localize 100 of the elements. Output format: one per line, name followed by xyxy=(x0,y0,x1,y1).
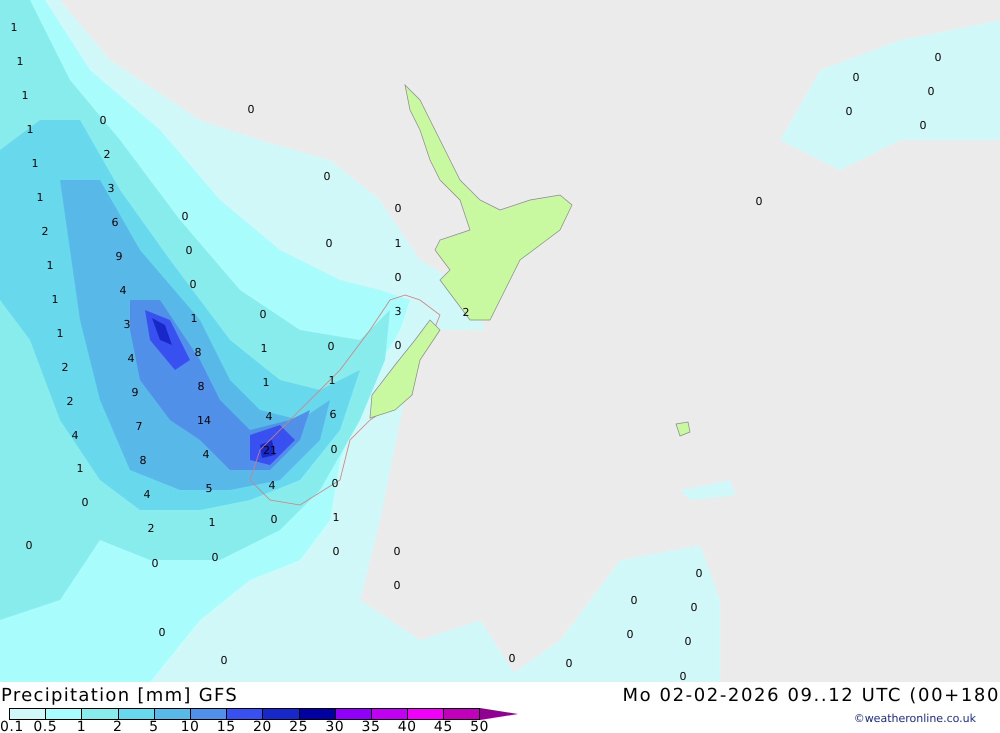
precip-value: 0 xyxy=(566,657,572,670)
precip-value: 4 xyxy=(266,410,272,423)
precip-value: 0 xyxy=(394,339,402,352)
precip-value: 2 xyxy=(42,225,48,238)
scale-label: 30 xyxy=(324,720,346,733)
scale-label: 0.1 xyxy=(0,720,25,733)
precip-value: 0 xyxy=(626,628,634,641)
precip-value: 0 xyxy=(690,601,698,614)
precip-value: 1 xyxy=(190,312,198,325)
precip-value: 7 xyxy=(136,420,142,433)
scale-label: 15 xyxy=(216,720,237,733)
scale-label: 40 xyxy=(396,720,418,733)
precip-value: 3 xyxy=(394,305,402,318)
precip-value: 9 xyxy=(132,386,138,399)
precip-value: 9 xyxy=(116,250,122,263)
precip-value: 2 xyxy=(66,395,74,408)
precip-value: 6 xyxy=(330,408,336,421)
precip-value: 0 xyxy=(508,652,516,665)
scale-label: 35 xyxy=(360,720,382,733)
scale-label: 10 xyxy=(180,720,200,733)
precip-value: 0 xyxy=(152,557,158,570)
precip-value: 21 xyxy=(263,444,277,457)
precip-value: 0 xyxy=(260,308,266,321)
precip-value: 8 xyxy=(194,346,202,359)
precip-value: 1 xyxy=(332,511,340,524)
scale-label: 45 xyxy=(432,720,454,733)
precip-value: 1 xyxy=(52,293,58,306)
island-shape xyxy=(676,422,690,436)
precip-value: 0 xyxy=(328,340,334,353)
precip-value: 2 xyxy=(62,361,68,374)
precip-value: 1 xyxy=(56,327,64,340)
precip-value: 0 xyxy=(920,119,926,132)
precip-value: 1 xyxy=(328,374,336,387)
precip-value: 1 xyxy=(32,157,38,170)
precip-value: 0 xyxy=(846,105,852,118)
precip-value: 8 xyxy=(140,454,146,467)
precip-value: 0 xyxy=(684,635,692,648)
scale-label: 25 xyxy=(288,720,309,733)
precip-value: 8 xyxy=(198,380,204,393)
precip-value: 0 xyxy=(394,545,400,558)
precip-value: 1 xyxy=(22,89,28,102)
precip-value: 0 xyxy=(394,579,400,592)
precip-value: 3 xyxy=(108,182,114,195)
precip-value: 0 xyxy=(158,626,166,639)
precip-value: 2 xyxy=(104,148,110,161)
precip-value: 0 xyxy=(186,244,192,257)
credit-text: ©weatheronline.co.uk xyxy=(854,711,977,725)
precip-value: 1 xyxy=(26,123,34,136)
precip-value: 1 xyxy=(260,342,268,355)
precip-value: 1 xyxy=(208,516,216,529)
precip-value: 1 xyxy=(36,191,44,204)
precip-value: 0 xyxy=(220,654,228,667)
precip-value: 0 xyxy=(330,443,338,456)
precip-value: 1 xyxy=(16,55,24,68)
scale-label: 20 xyxy=(252,720,273,733)
precip-value: 0 xyxy=(680,670,686,682)
precip-value: 4 xyxy=(268,479,276,492)
precip-value: 0 xyxy=(326,237,332,250)
precip-value: 0 xyxy=(630,594,638,607)
precip-value: 1 xyxy=(10,21,18,34)
precip-value: 4 xyxy=(144,488,150,501)
precip-value: 0 xyxy=(394,271,402,284)
precip-value: 0 xyxy=(26,539,32,552)
map-title: Precipitation [mm] GFS xyxy=(0,684,238,706)
precip-value: 0 xyxy=(100,114,106,127)
precip-value: 0 xyxy=(270,513,278,526)
precip-value: 1 xyxy=(76,462,84,475)
precip-value: 0 xyxy=(934,51,942,64)
precip-value: 0 xyxy=(332,545,340,558)
precip-value: 0 xyxy=(190,278,196,291)
precip-value: 0 xyxy=(324,170,330,183)
precip-value: 0 xyxy=(82,496,88,509)
precip-value: 0 xyxy=(248,103,254,116)
precip-value: 0 xyxy=(756,195,762,208)
precip-value: 0 xyxy=(852,71,860,84)
precip-value: 0 xyxy=(182,210,188,223)
precip-value: 4 xyxy=(72,429,78,442)
precip-value: 0 xyxy=(394,202,402,215)
precip-value: 5 xyxy=(206,482,212,495)
precip-value: 2 xyxy=(462,306,470,319)
scale-label: 2 xyxy=(112,720,124,733)
timestamp: Mo 02-02-2026 09..12 UTC (00+180 xyxy=(622,684,1000,706)
precip-value: 0 xyxy=(696,567,702,580)
precip-value: 0 xyxy=(332,477,338,490)
precip-value: 14 xyxy=(197,414,211,427)
precip-value: 1 xyxy=(46,259,54,272)
scale-label: 0.5 xyxy=(32,720,58,733)
precip-value: 4 xyxy=(202,448,210,461)
overflow-arrow-icon xyxy=(480,708,518,720)
scale-label: 5 xyxy=(148,720,160,733)
precip-value: 4 xyxy=(128,352,134,365)
scale-label: 50 xyxy=(469,720,490,733)
precip-value: 4 xyxy=(120,284,126,297)
precip-value: 1 xyxy=(394,237,402,250)
precip-value: 3 xyxy=(124,318,130,331)
scale-label: 1 xyxy=(76,720,88,733)
precip-value: 0 xyxy=(212,551,218,564)
precip-value: 2 xyxy=(148,522,154,535)
precip-value: 0 xyxy=(928,85,934,98)
precip-value: 6 xyxy=(112,216,118,229)
